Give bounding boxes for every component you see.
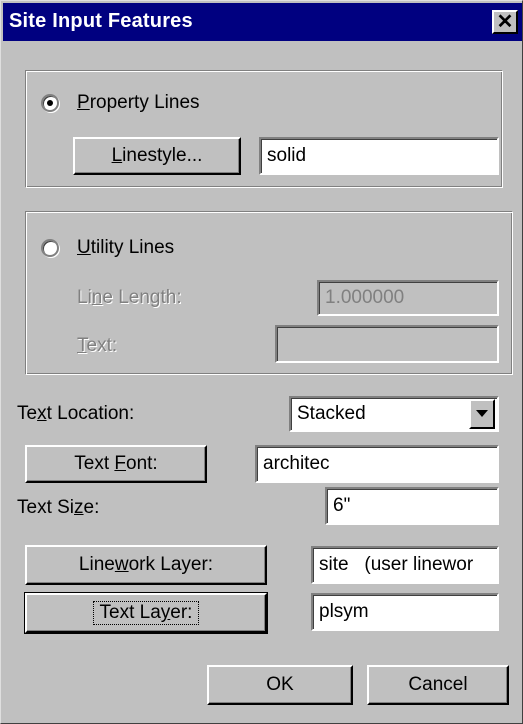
text-location-mnemonic: x (37, 403, 47, 424)
linework-layer-field[interactable]: site (user linewor (311, 546, 499, 584)
linework-layer-value: site (user linewor (319, 554, 474, 575)
cancel-button[interactable]: Cancel (367, 665, 509, 705)
linework-mnemonic: w (114, 554, 129, 575)
linework-layer-button-label: Linework Layer: (79, 554, 213, 576)
linework-post: ork Layer: (128, 554, 214, 575)
text-layer-pre: Text La (99, 602, 161, 623)
text-font-value: architec (263, 453, 330, 474)
text-layer-field[interactable]: plsym (311, 593, 499, 631)
text-size-label: Text Size: (17, 497, 99, 519)
text-font-pre: Text (74, 453, 115, 474)
property-lines-label-mnemonic: P (77, 92, 90, 113)
utility-lines-label-mnemonic: U (77, 237, 91, 258)
ok-label: OK (266, 674, 294, 695)
utility-text-mnemonic: T (77, 335, 87, 356)
text-font-mnemonic: F (114, 453, 127, 474)
text-size-post: e: (83, 497, 100, 518)
triangle-down-icon (476, 410, 488, 417)
line-length-mnemonic: n (91, 287, 103, 308)
utility-lines-radio[interactable] (41, 239, 59, 257)
text-layer-value: plsym (319, 601, 369, 622)
utility-lines-label[interactable]: Utility Lines (77, 237, 174, 259)
window-title: Site Input Features (9, 10, 193, 32)
text-size-field[interactable]: 6" (325, 487, 499, 525)
text-font-field[interactable]: architec (255, 445, 499, 483)
utility-text-field[interactable] (275, 325, 499, 363)
text-size-pre: Text Si (17, 497, 75, 518)
property-lines-radio[interactable] (41, 94, 59, 112)
text-size-mnemonic: z (74, 497, 84, 518)
text-layer-button[interactable]: Text Layer: (24, 592, 268, 634)
utility-lines-label-rest: tility Lines (90, 237, 175, 258)
title-bar[interactable]: Site Input Features ✕ (3, 3, 522, 41)
linestyle-value: solid (267, 145, 307, 166)
linestyle-button[interactable]: Linestyle... (73, 137, 241, 175)
text-font-post: ont: (126, 453, 158, 474)
line-length-post: e Length: (102, 287, 182, 308)
linestyle-button-label: Linestyle... (112, 145, 203, 167)
text-layer-post: er: (170, 602, 193, 623)
ok-button[interactable]: OK (207, 665, 353, 705)
close-glyph: ✕ (496, 11, 514, 33)
text-location-label: Text Location: (17, 403, 134, 425)
text-location-post: t Location: (46, 403, 135, 424)
text-location-value: Stacked (297, 403, 366, 424)
chevron-down-icon[interactable] (469, 399, 495, 429)
cancel-label: Cancel (408, 674, 468, 695)
line-length-field[interactable]: 1.000000 (317, 280, 499, 316)
utility-text-label: Text: (77, 335, 117, 357)
text-font-button[interactable]: Text Font: (25, 445, 207, 483)
line-length-value: 1.000000 (325, 287, 405, 308)
linestyle-mnemonic: L (111, 145, 123, 166)
utility-text-post: ext: (86, 335, 118, 356)
text-size-value: 6" (333, 495, 351, 516)
site-input-features-dialog: Site Input Features ✕ Property Lines Lin… (0, 0, 523, 724)
text-location-pre: Te (17, 403, 38, 424)
text-font-button-label: Text Font: (74, 453, 157, 475)
text-location-select[interactable]: Stacked (289, 396, 499, 432)
property-lines-label-rest: roperty Lines (89, 92, 200, 113)
linestyle-post: inestyle... (122, 145, 203, 166)
close-icon[interactable]: ✕ (492, 10, 518, 34)
property-lines-label[interactable]: Property Lines (77, 92, 200, 114)
line-length-pre: Li (77, 287, 92, 308)
text-layer-button-label: Text Layer: (92, 601, 200, 625)
line-length-label: Line Length: (77, 287, 182, 309)
radio-selected-dot (47, 100, 53, 106)
linework-pre: Line (78, 554, 115, 575)
linework-layer-button[interactable]: Linework Layer: (25, 545, 267, 585)
text-layer-mnemonic: y (160, 602, 171, 623)
linestyle-field[interactable]: solid (259, 137, 499, 175)
